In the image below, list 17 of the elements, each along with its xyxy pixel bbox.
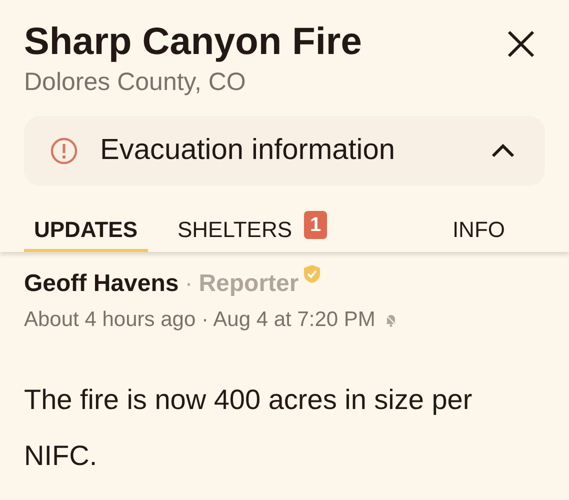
alert-icon — [50, 137, 78, 165]
evacuation-toggle[interactable]: Evacuation information — [24, 116, 545, 186]
post-time: About 4 hours ago · Aug 4 at 7:20 PM — [24, 307, 376, 333]
close-button[interactable] — [505, 28, 537, 60]
close-icon — [507, 30, 535, 58]
verified-shield-icon — [302, 264, 321, 284]
tab[interactable]: UPDATES — [24, 210, 148, 252]
chevron-up-icon — [491, 143, 515, 159]
author-name: Geoff Havens — [24, 269, 179, 299]
separator-dot: · — [184, 269, 193, 299]
location-subtitle: Dolores County, CO — [24, 67, 247, 98]
fire-title: Sharp Canyon Fire — [24, 20, 362, 65]
update-text: The fire is now 400 acres in size per NIFC. — [24, 382, 474, 472]
tab[interactable]: SHELTERS 1 — [178, 210, 328, 252]
tab[interactable]: INFO — [452, 210, 505, 252]
author-role: Reporter — [198, 269, 299, 299]
count-badge: 1 — [304, 210, 328, 238]
